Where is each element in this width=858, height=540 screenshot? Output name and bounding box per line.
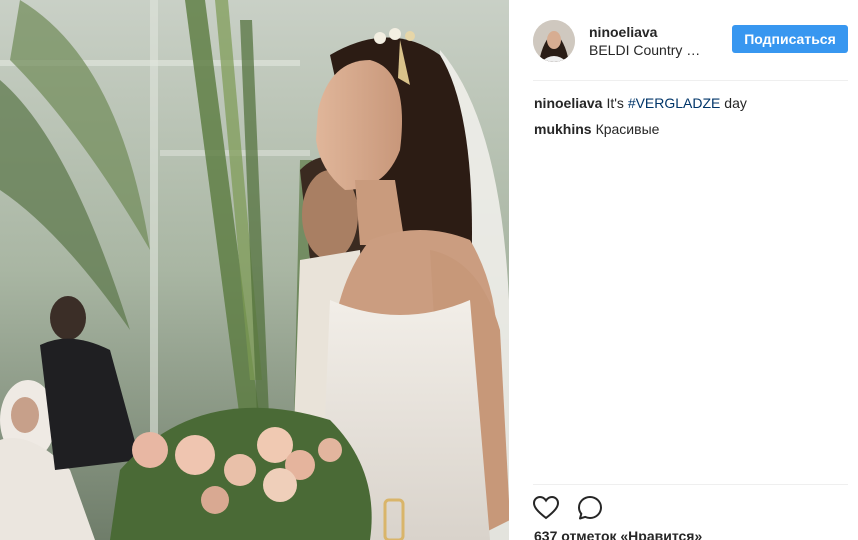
location[interactable]: BELDI Country Club [589,41,707,59]
comment-author[interactable]: ninoeliava [534,95,602,111]
likes-count[interactable]: 637 отметок «Нравится» [534,528,702,540]
comment-author[interactable]: mukhins [534,121,592,137]
post-actions [531,493,619,523]
post-photo[interactable] [0,0,509,540]
user-meta: ninoeliava BELDI Country Club [589,23,713,59]
comment-text-end: day [720,95,747,111]
comment-text: Красивые [595,121,660,137]
username[interactable]: ninoeliava [589,23,713,41]
follow-button[interactable]: Подписаться [732,25,848,53]
comment: ninoeliava It's #VERGLADZE day [534,94,844,112]
post-sidebar: ninoeliava BELDI Country Club Подписатьс… [509,0,858,540]
actions-divider [533,484,848,485]
avatar[interactable] [533,20,575,62]
comments-list: ninoeliava It's #VERGLADZE day mukhins Кра… [534,94,844,146]
heart-icon[interactable] [531,493,561,523]
comment-icon[interactable] [575,493,605,523]
comment-hashtag[interactable]: #VERGLADZE [628,95,721,111]
avatar-image [533,20,575,62]
post-header: ninoeliava BELDI Country Club Подписатьс… [533,16,848,66]
comment: mukhins Красивые [534,120,844,138]
wedding-photo-illustration [0,0,509,540]
comment-text: It's [606,95,628,111]
header-divider [533,80,848,81]
